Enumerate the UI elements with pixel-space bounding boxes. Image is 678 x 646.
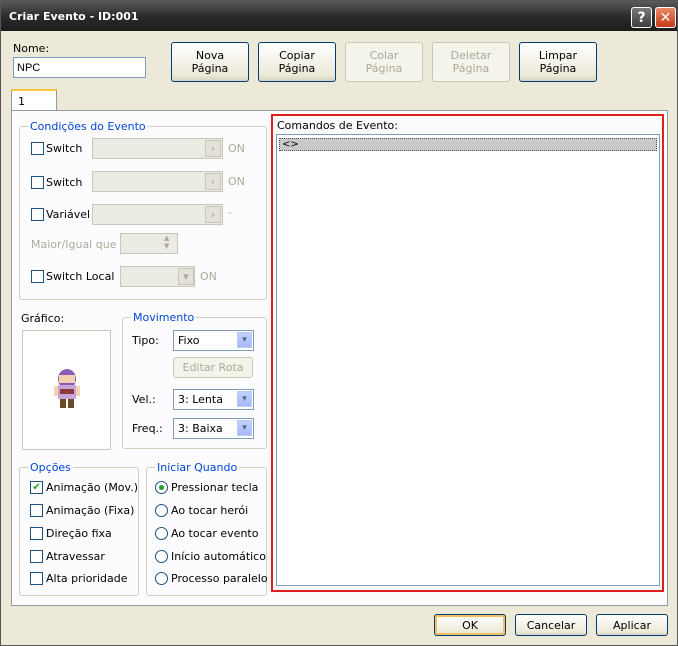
- chevron-right-icon[interactable]: ›: [205, 173, 221, 190]
- switch2-label: Switch: [46, 176, 83, 189]
- speed-select[interactable]: 3: Lenta ▾: [173, 389, 254, 410]
- freq-label: Freq.:: [132, 422, 163, 435]
- chevron-down-icon: ▾: [237, 391, 252, 407]
- option-label: Animação (Fixa): [46, 504, 135, 517]
- chevron-right-icon[interactable]: ›: [205, 206, 221, 223]
- switch2-select[interactable]: [92, 171, 223, 192]
- window-title: Criar Evento - ID:001: [9, 10, 139, 23]
- title-bar[interactable]: Criar Evento - ID:001 ? ✕: [1, 1, 677, 31]
- name-label: Nome:: [13, 42, 50, 55]
- movement-title: Movimento: [131, 311, 197, 324]
- variable-suffix: -: [228, 206, 232, 219]
- list-item[interactable]: <>: [279, 138, 657, 151]
- switch1-select[interactable]: [92, 138, 223, 159]
- help-button[interactable]: ?: [631, 7, 652, 28]
- tab-page-1[interactable]: 1: [11, 89, 57, 111]
- commands-list[interactable]: <>: [276, 134, 660, 586]
- self-switch-state: ON: [200, 270, 217, 283]
- variable-label: Variável: [46, 208, 91, 221]
- new-page-button[interactable]: Nova Página: [171, 42, 249, 82]
- event-editor-window: Criar Evento - ID:001 ? ✕ Nome: Nova Pág…: [0, 0, 678, 646]
- trigger-radio-player-touch[interactable]: [155, 504, 168, 517]
- commands-label: Comandos de Evento:: [277, 119, 398, 132]
- trigger-radio-parallel[interactable]: [155, 572, 168, 585]
- graphic-label: Gráfico:: [21, 312, 65, 325]
- switch1-label: Switch: [46, 142, 83, 155]
- close-icon: ✕: [659, 9, 672, 26]
- freq-select[interactable]: 3: Baixa ▾: [173, 418, 254, 439]
- option-label: Direção fixa: [46, 527, 112, 540]
- name-input[interactable]: [13, 57, 146, 78]
- option-label: Alta prioridade: [46, 572, 128, 585]
- question-icon: ?: [637, 9, 646, 26]
- speed-label: Vel.:: [132, 393, 156, 406]
- switch1-state: ON: [228, 142, 245, 155]
- self-switch-checkbox[interactable]: [31, 270, 44, 283]
- trigger-label: Início automático: [171, 550, 266, 563]
- movement-type-label: Tipo:: [132, 334, 159, 347]
- close-button[interactable]: ✕: [655, 7, 676, 28]
- cancel-button[interactable]: Cancelar: [515, 614, 587, 636]
- conditions-title: Condições do Evento: [28, 120, 148, 133]
- freq-value: 3: Baixa: [178, 422, 223, 435]
- chevron-right-icon[interactable]: ›: [205, 140, 221, 157]
- paste-page-button[interactable]: Colar Página: [345, 42, 423, 82]
- options-title: Opções: [28, 461, 73, 474]
- trigger-label: Pressionar tecla: [171, 481, 259, 494]
- switch2-checkbox[interactable]: [31, 176, 44, 189]
- trigger-radio-event-touch[interactable]: [155, 527, 168, 540]
- option-label: Animação (Mov.): [46, 481, 138, 494]
- edit-route-button[interactable]: Editar Rota: [173, 357, 253, 378]
- option-checkbox-high-priority[interactable]: [30, 572, 43, 585]
- character-sprite-icon: [54, 369, 80, 408]
- delete-page-button[interactable]: Deletar Página: [432, 42, 510, 82]
- option-checkbox-fixed-direction[interactable]: [30, 527, 43, 540]
- option-label: Atravessar: [46, 550, 105, 563]
- chevron-down-icon[interactable]: ▾: [178, 268, 194, 285]
- trigger-title: Iniciar Quando: [155, 461, 240, 474]
- greater-equal-label: Maior/Igual que: [31, 238, 117, 251]
- ok-button[interactable]: OK: [434, 614, 506, 636]
- trigger-label: Ao tocar herói: [171, 504, 249, 517]
- movement-type-select[interactable]: Fixo ▾: [173, 330, 254, 351]
- graphic-preview[interactable]: [22, 330, 111, 450]
- apply-button[interactable]: Aplicar: [596, 614, 668, 636]
- movement-type-value: Fixo: [178, 334, 200, 347]
- trigger-radio-action-button[interactable]: [155, 481, 168, 494]
- speed-value: 3: Lenta: [178, 393, 223, 406]
- chevron-down-icon: ▾: [237, 420, 252, 436]
- chevron-down-icon: ▾: [237, 332, 252, 348]
- spinner-arrows-icon[interactable]: ▲ ▼: [164, 234, 169, 250]
- variable-checkbox[interactable]: [31, 208, 44, 221]
- clear-page-button[interactable]: Limpar Página: [519, 42, 597, 82]
- copy-page-button[interactable]: Copiar Página: [258, 42, 336, 82]
- option-checkbox-animation-move[interactable]: ✔: [30, 481, 43, 494]
- variable-select[interactable]: [92, 204, 223, 225]
- trigger-label: Processo paralelo: [171, 572, 268, 585]
- switch1-checkbox[interactable]: [31, 142, 44, 155]
- option-checkbox-animation-fixed[interactable]: [30, 504, 43, 517]
- trigger-label: Ao tocar evento: [171, 527, 259, 540]
- switch2-state: ON: [228, 175, 245, 188]
- option-checkbox-pass-through[interactable]: [30, 550, 43, 563]
- trigger-radio-autorun[interactable]: [155, 550, 168, 563]
- self-switch-label: Switch Local: [46, 270, 115, 283]
